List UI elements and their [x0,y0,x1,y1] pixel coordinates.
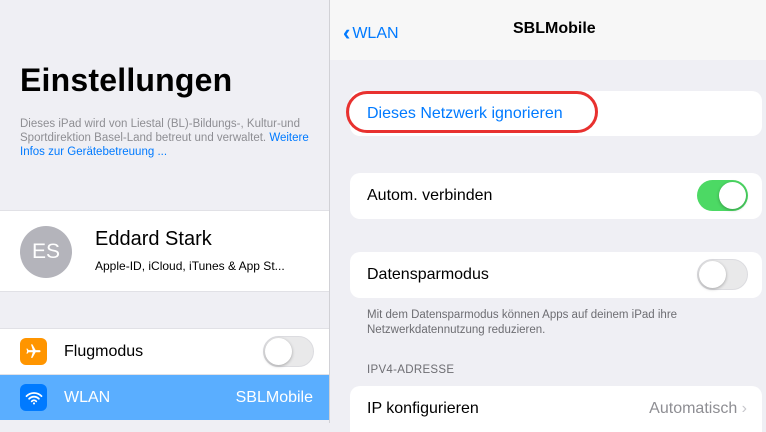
highlight-ring [346,91,598,133]
configure-ip-value: Automatisch › [649,400,747,418]
navigation-bar: ‹ WLAN SBLMobile [330,0,766,60]
configure-ip-label: IP konfigurieren [367,400,479,417]
settings-menu: Flugmodus WLAN SBLMobile [0,328,329,420]
network-detail-pane: ‹ WLAN SBLMobile Dieses Netzwerk ignorier… [330,0,766,432]
sidebar-item-airplane-mode[interactable]: Flugmodus [0,329,329,375]
configure-ip-value-text: Automatisch [649,400,738,417]
low-data-mode-row: Datensparmodus [350,252,762,298]
sidebar-item-label: Flugmodus [64,343,144,360]
account-subtitle: Apple-ID, iCloud, iTunes & App St... [95,259,285,273]
chevron-left-icon: ‹ [343,20,351,45]
toggle-knob [265,338,292,365]
low-data-mode-toggle[interactable] [697,259,748,290]
auto-join-toggle[interactable] [697,180,748,211]
low-data-mode-label: Datensparmodus [367,266,489,283]
nav-title: SBLMobile [513,20,596,37]
back-label: WLAN [352,25,399,42]
chevron-right-icon: › [741,400,747,417]
apple-id-account-row[interactable]: ES Eddard Stark Apple-ID, iCloud, iTunes… [0,210,329,292]
toggle-knob [699,261,726,288]
avatar: ES [20,226,72,278]
auto-join-label: Autom. verbinden [367,187,493,204]
wifi-icon [20,384,47,411]
low-data-mode-footer: Mit dem Datensparmodus können Apps auf d… [367,309,678,336]
supervision-notice: Dieses iPad wird von Liestal (BL)-Bildun… [20,117,320,159]
supervision-text: Dieses iPad wird von Liestal (BL)-Bildun… [20,118,300,144]
ipv4-section-header: IPV4-ADRESSE [367,364,455,376]
sidebar-item-wlan[interactable]: WLAN SBLMobile [0,375,329,420]
airplane-mode-toggle[interactable] [263,336,314,367]
toggle-knob [719,182,746,209]
sidebar-item-label: WLAN [64,389,111,406]
settings-sidebar: Einstellungen Dieses iPad wird von Liest… [0,0,330,423]
auto-join-row: Autom. verbinden [350,173,762,219]
back-button[interactable]: ‹ WLAN [343,20,399,46]
page-title: Einstellungen [20,62,233,98]
account-name: Eddard Stark [95,228,212,250]
airplane-icon [20,338,47,365]
configure-ip-row[interactable]: IP konfigurieren Automatisch › [350,386,762,432]
sidebar-item-value: SBLMobile [235,389,313,406]
